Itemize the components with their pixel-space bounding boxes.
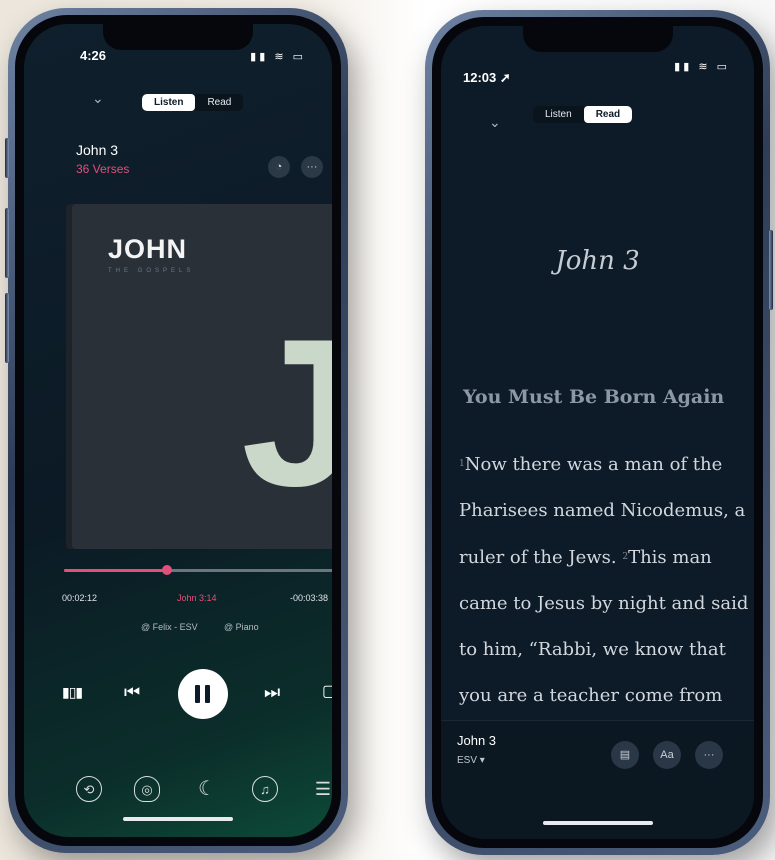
section-heading: You Must Be Born Again bbox=[463, 386, 725, 408]
verse-text: This man came to Jesus by night and said… bbox=[459, 547, 749, 706]
mute-switch bbox=[5, 138, 9, 178]
bottom-chapter-title[interactable]: John 3 bbox=[457, 733, 496, 748]
chapter-title: John 3 bbox=[76, 142, 119, 158]
progress-knob[interactable] bbox=[161, 565, 172, 575]
tab-listen[interactable]: Listen bbox=[142, 94, 196, 111]
chevron-down-icon[interactable]: ⌄ bbox=[489, 114, 501, 131]
background-select[interactable]: @ Piano bbox=[224, 622, 259, 632]
chapters-icon[interactable]: ▤ bbox=[611, 741, 639, 769]
chapters-icon[interactable]: ▮▯▮ bbox=[62, 684, 83, 701]
notch bbox=[522, 26, 673, 52]
bezel: 4:26 ▮▮ ≋ ▭ ⌄ Listen Read John 3 36 Vers… bbox=[15, 15, 341, 846]
progress-fill bbox=[64, 569, 167, 572]
cover-title: JOHN bbox=[108, 234, 188, 264]
current-verse: John 3:14 bbox=[177, 593, 217, 603]
elapsed-time: 00:02:12 bbox=[62, 593, 98, 603]
listen-read-toggle[interactable]: Listen Read bbox=[142, 94, 244, 111]
airplay-icon[interactable]: ◔ bbox=[268, 156, 290, 178]
home-indicator bbox=[542, 821, 653, 825]
chapter-heading: John 3 bbox=[555, 246, 640, 276]
tab-read[interactable]: Read bbox=[583, 106, 633, 123]
status-time: 4:26 bbox=[80, 48, 107, 63]
remaining-time: -00:03:38 bbox=[290, 593, 329, 603]
bezel: 12:03 ➚ ▮▮ ≋ ▭ ⌄ Listen Read John 3 You … bbox=[432, 17, 763, 848]
album-art: JOHN THE GOSPELS J bbox=[72, 204, 332, 549]
listen-screen: 4:26 ▮▮ ≋ ▭ ⌄ Listen Read John 3 36 Vers… bbox=[24, 24, 332, 837]
power-button bbox=[769, 230, 773, 310]
home-indicator bbox=[123, 817, 233, 821]
moon-icon[interactable]: ☾ bbox=[194, 776, 220, 802]
status-time: 12:03 ➚ bbox=[463, 70, 511, 85]
read-screen: 12:03 ➚ ▮▮ ≋ ▭ ⌄ Listen Read John 3 You … bbox=[441, 26, 754, 839]
chevron-down-icon[interactable]: ⌄ bbox=[92, 90, 104, 107]
notch bbox=[103, 24, 253, 50]
music-note-icon[interactable]: ♫ bbox=[252, 776, 278, 802]
more-icon[interactable]: ··· bbox=[695, 741, 723, 769]
next-icon[interactable]: ⏭ bbox=[264, 682, 280, 703]
status-icons: ▮▮ ≋ ▭ bbox=[674, 61, 730, 73]
text-size-button[interactable]: Aa bbox=[653, 741, 681, 769]
narrator-select[interactable]: @ Felix - ESV bbox=[141, 622, 198, 632]
status-icons: ▮▮ ≋ ▭ bbox=[250, 51, 306, 63]
phone-listen: 4:26 ▮▮ ≋ ▭ ⌄ Listen Read John 3 36 Vers… bbox=[5, 8, 348, 853]
tab-listen[interactable]: Listen bbox=[533, 106, 584, 123]
cover-letter: J bbox=[241, 295, 332, 530]
volume-up-button bbox=[5, 208, 9, 278]
listen-read-toggle[interactable]: Listen Read bbox=[533, 106, 633, 123]
sliders-icon[interactable]: ☰ bbox=[310, 776, 332, 802]
version-select[interactable]: ESV ▾ bbox=[457, 755, 485, 766]
scripture-text: 1Now there was a man of the Pharisees na… bbox=[459, 441, 749, 731]
previous-icon[interactable]: ⏮ bbox=[124, 682, 140, 703]
head-icon[interactable]: ◎ bbox=[134, 776, 160, 802]
tab-read[interactable]: Read bbox=[195, 94, 244, 111]
playback-speed-icon[interactable]: ⟲ bbox=[76, 776, 102, 802]
pause-button[interactable] bbox=[178, 669, 228, 719]
volume-down-button bbox=[5, 293, 9, 363]
verse-count: 36 Verses bbox=[76, 162, 130, 176]
phone-read: 12:03 ➚ ▮▮ ≋ ▭ ⌄ Listen Read John 3 You … bbox=[425, 10, 773, 855]
cover-subtitle: THE GOSPELS bbox=[108, 268, 195, 274]
reader-bottom-bar: John 3 ESV ▾ ▤ Aa ··· bbox=[441, 720, 754, 839]
notes-icon[interactable]: ▢ bbox=[322, 681, 332, 701]
more-icon[interactable]: ··· bbox=[301, 156, 323, 178]
progress-bar[interactable] bbox=[64, 565, 332, 575]
